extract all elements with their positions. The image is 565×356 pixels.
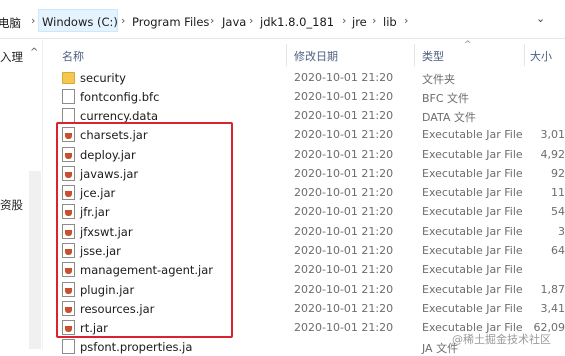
file-date: 2020-10-01 21:20 bbox=[294, 148, 393, 161]
address-bar[interactable]: 电脑 › Windows (C:) › Program Files › Java… bbox=[0, 0, 565, 39]
file-type: DATA 文件 bbox=[422, 109, 476, 125]
file-date: 2020-10-01 21:20 bbox=[294, 263, 393, 276]
column-header-size[interactable]: 大小 bbox=[530, 48, 552, 64]
breadcrumb-program-files[interactable]: Program Files bbox=[132, 15, 209, 29]
sort-ascending-icon: ^ bbox=[464, 40, 472, 50]
breadcrumb-drive-c[interactable]: Windows (C:) bbox=[42, 15, 118, 29]
file-icon bbox=[62, 339, 75, 354]
column-divider[interactable] bbox=[286, 44, 287, 66]
file-type: BFC 文件 bbox=[422, 90, 469, 106]
file-size: 54 bbox=[551, 205, 565, 218]
file-icon bbox=[62, 108, 75, 123]
file-row[interactable]: fontconfig.bfc 2020-10-01 21:20 BFC 文件 bbox=[48, 87, 565, 106]
file-size: 11 bbox=[551, 186, 565, 199]
file-date: 2020-10-01 21:20 bbox=[294, 90, 393, 103]
file-size: 92 bbox=[551, 167, 565, 180]
chevron-down-icon[interactable]: ⌄ bbox=[536, 12, 545, 25]
file-date: 2020-10-01 21:20 bbox=[294, 321, 393, 334]
column-divider[interactable] bbox=[414, 44, 415, 66]
file-size: 3,01 bbox=[541, 128, 565, 141]
file-size: 1,87 bbox=[541, 283, 565, 296]
nav-scrollbar[interactable] bbox=[29, 171, 41, 349]
file-type: Executable Jar File bbox=[422, 225, 523, 238]
file-date: 2020-10-01 21:20 bbox=[294, 205, 393, 218]
file-name: security bbox=[80, 71, 126, 85]
file-type: Executable Jar File bbox=[422, 205, 523, 218]
column-header-date[interactable]: 修改日期 bbox=[294, 48, 338, 64]
column-header-type[interactable]: 类型 bbox=[422, 48, 444, 64]
breadcrumb-separator-icon[interactable]: › bbox=[210, 14, 214, 27]
breadcrumb-separator-icon[interactable]: › bbox=[342, 14, 346, 27]
file-type: Executable Jar File bbox=[422, 283, 523, 296]
file-name: currency.data bbox=[80, 109, 158, 123]
breadcrumb-this-pc[interactable]: 电脑 bbox=[0, 15, 21, 31]
annotation-highlight-box bbox=[56, 122, 233, 338]
folder-icon bbox=[62, 72, 75, 84]
collapse-up-icon[interactable]: ^ bbox=[30, 47, 38, 58]
nav-item[interactable]: 入理 bbox=[0, 49, 23, 65]
breadcrumb-jre[interactable]: jre bbox=[352, 15, 367, 29]
navigation-pane: 入理 ^ 资股 bbox=[0, 39, 43, 349]
file-size: 64 bbox=[551, 244, 565, 257]
file-icon bbox=[62, 89, 75, 104]
breadcrumb-lib[interactable]: lib bbox=[383, 15, 397, 29]
file-type: Executable Jar File bbox=[422, 128, 523, 141]
file-type: Executable Jar File bbox=[422, 263, 523, 276]
file-type: Executable Jar File bbox=[422, 244, 523, 257]
breadcrumb-separator-icon[interactable]: › bbox=[404, 14, 408, 27]
breadcrumb-separator-icon[interactable]: › bbox=[372, 14, 376, 27]
file-date: 2020-10-01 21:20 bbox=[294, 302, 393, 315]
file-type: Executable Jar File bbox=[422, 186, 523, 199]
file-size: 4,92 bbox=[541, 148, 565, 161]
breadcrumb-java[interactable]: Java bbox=[222, 15, 246, 29]
file-size: 3 bbox=[558, 225, 565, 238]
file-size: 3,41 bbox=[541, 302, 565, 315]
file-date: 2020-10-01 21:20 bbox=[294, 167, 393, 180]
file-date: 2020-10-01 21:20 bbox=[294, 186, 393, 199]
file-date: 2020-10-01 21:20 bbox=[294, 128, 393, 141]
file-type: Executable Jar File bbox=[422, 148, 523, 161]
breadcrumb-separator-icon[interactable]: › bbox=[121, 14, 125, 27]
column-header-name[interactable]: 名称 bbox=[62, 48, 84, 64]
file-date: 2020-10-01 21:20 bbox=[294, 244, 393, 257]
file-type: Executable Jar File bbox=[422, 302, 523, 315]
breadcrumb-separator-icon[interactable]: › bbox=[31, 14, 35, 27]
file-type: 文件夹 bbox=[422, 71, 455, 87]
file-type: Executable Jar File bbox=[422, 167, 523, 180]
file-row[interactable]: security 2020-10-01 21:20 文件夹 bbox=[48, 68, 565, 87]
breadcrumb-separator-icon[interactable]: › bbox=[249, 14, 253, 27]
file-name: psfont.properties.ja bbox=[80, 340, 192, 354]
file-date: 2020-10-01 21:20 bbox=[294, 71, 393, 84]
file-name: fontconfig.bfc bbox=[80, 90, 159, 104]
breadcrumb-jdk[interactable]: jdk1.8.0_181 bbox=[260, 15, 334, 29]
file-date: 2020-10-01 21:20 bbox=[294, 283, 393, 296]
file-date: 2020-10-01 21:20 bbox=[294, 109, 393, 122]
watermark: @稀土掘金技术社区 bbox=[452, 331, 551, 347]
nav-item[interactable]: 资股 bbox=[0, 197, 23, 213]
column-divider[interactable] bbox=[524, 44, 525, 66]
file-date: 2020-10-01 21:20 bbox=[294, 225, 393, 238]
